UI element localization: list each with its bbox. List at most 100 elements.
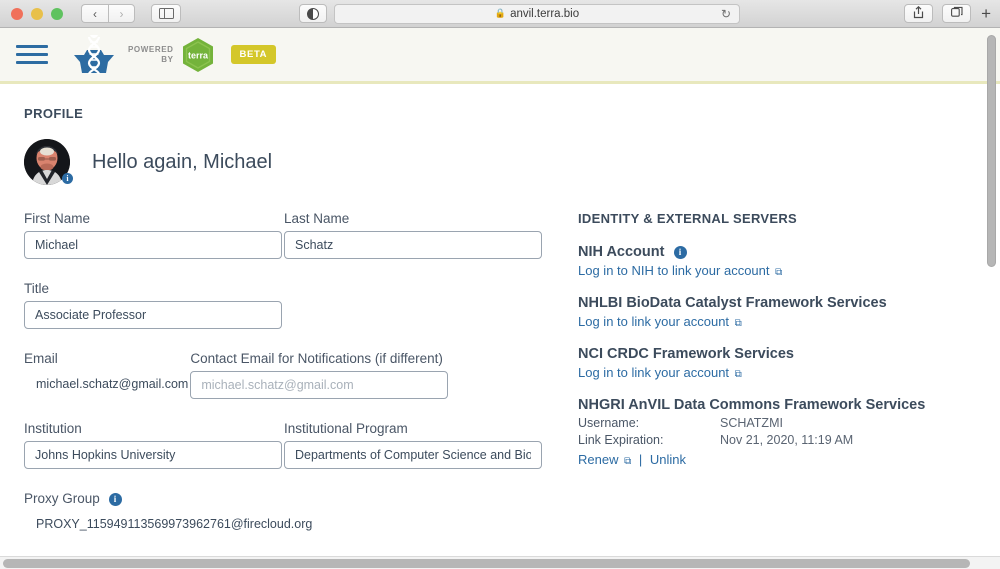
navigation-buttons: ‹ › [81, 4, 135, 23]
lock-icon: 🔒 [494, 8, 507, 18]
username-row: Username: SCHATZMI [578, 416, 998, 430]
username-label: Username: [578, 416, 640, 430]
title-row: Title [24, 281, 564, 329]
service-nhlbi-biodata-catalyst: NHLBI BioData Catalyst Framework Service… [578, 295, 998, 331]
institution-input[interactable] [24, 441, 282, 469]
title-input[interactable] [24, 301, 282, 329]
institutional-program-label: Institutional Program [284, 421, 408, 436]
show-tabs-button[interactable] [942, 4, 972, 23]
terra-wordmark: terra [188, 50, 209, 60]
contact-email-label: Contact Email for Notifications (if diff… [190, 351, 443, 366]
first-name-field-group: First Name [24, 211, 282, 259]
identity-panel-title: IDENTITY & EXTERNAL SERVERS [578, 211, 798, 226]
proxy-group-value: PROXY_115949113569973962761@firecloud.or… [36, 517, 313, 531]
profile-columns: First Name Last Name Title [24, 211, 1000, 553]
unlink-link[interactable]: Unlink [650, 452, 686, 467]
url-text: anvil.terra.bio [510, 7, 580, 20]
email-value: michael.schatz@gmail.com [36, 377, 189, 391]
hamburger-bar [16, 53, 48, 56]
window-traffic-lights [0, 7, 63, 20]
first-name-input[interactable] [24, 231, 282, 259]
profile-form: First Name Last Name Title [24, 211, 564, 553]
chevron-left-icon: ‹ [93, 6, 97, 21]
info-icon[interactable]: i [673, 245, 687, 259]
renew-link-text: Renew [578, 452, 619, 467]
contact-email-input[interactable] [190, 371, 449, 399]
reader-view-button[interactable] [299, 4, 327, 23]
back-button[interactable]: ‹ [81, 4, 108, 23]
contact-email-field-group: Contact Email for Notifications (if diff… [190, 351, 449, 399]
service-login-link-text: Log in to link your account [578, 365, 730, 380]
institutional-program-field-group: Institutional Program [284, 421, 542, 469]
title-label: Title [24, 281, 50, 296]
minimize-window-button[interactable] [31, 7, 43, 20]
hamburger-menu-icon[interactable] [16, 40, 48, 69]
horizontal-scrollbar-thumb[interactable] [3, 559, 970, 568]
chevron-right-icon: › [119, 6, 124, 21]
close-window-button[interactable] [11, 7, 23, 20]
service-name-text: NIH Account [578, 244, 665, 260]
new-tab-button[interactable]: + [981, 4, 991, 24]
renew-link[interactable]: Renew ⧉ [578, 452, 635, 467]
app-header: POWERED BY terra BETA [0, 28, 1000, 84]
address-bar[interactable]: 🔒 anvil.terra.bio ↻ [334, 3, 740, 24]
external-link-icon: ⧉ [734, 318, 742, 329]
last-name-input[interactable] [284, 231, 542, 259]
service-login-link-text: Log in to link your account [578, 314, 730, 329]
page-viewport: POWERED BY terra BETA PROFILE i Hello ag… [0, 28, 1000, 569]
identity-panel: IDENTITY & EXTERNAL SERVERS NIH Account … [578, 211, 998, 553]
profile-content: PROFILE i Hello again, Michael First Nam… [0, 84, 1000, 553]
share-button[interactable] [904, 4, 934, 23]
external-link-icon: ⧉ [624, 456, 632, 467]
title-field-group: Title [24, 281, 282, 329]
beta-badge: BETA [230, 45, 277, 64]
hamburger-bar [16, 45, 48, 48]
service-name: NCI CRDC Framework Services [578, 346, 794, 362]
email-row: Email michael.schatz@gmail.com Contact E… [24, 351, 564, 399]
external-link-icon: ⧉ [775, 267, 783, 278]
last-name-label: Last Name [284, 211, 350, 226]
url-text-group: 🔒 anvil.terra.bio [495, 8, 579, 20]
sidebar-toggle-button[interactable] [151, 4, 181, 23]
proxy-group-label-text: Proxy Group [24, 491, 100, 506]
service-name: NIH Account i [578, 244, 998, 260]
anvil-logo[interactable] [70, 33, 118, 77]
service-login-link[interactable]: Log in to link your account ⧉ [578, 365, 742, 380]
hamburger-bar [16, 61, 48, 64]
sidebar-icon [158, 8, 174, 19]
service-login-link[interactable]: Log in to NIH to link your account ⧉ [578, 263, 782, 278]
share-icon [913, 5, 924, 22]
external-link-icon: ⧉ [734, 369, 742, 380]
proxy-group-row: Proxy Group i PROXY_11594911356997396276… [24, 491, 564, 531]
institutional-program-input[interactable] [284, 441, 542, 469]
proxy-group-label: Proxy Group i [24, 491, 312, 506]
powered-by-line-1: POWERED [128, 44, 174, 54]
institution-label: Institution [24, 421, 82, 436]
contrast-icon [307, 7, 319, 20]
service-name: NHGRI AnVIL Data Commons Framework Servi… [578, 397, 926, 413]
proxy-group-field-group: Proxy Group i PROXY_11594911356997396276… [24, 491, 312, 531]
forward-button[interactable]: › [108, 4, 135, 23]
avatar-wrapper: i [24, 139, 73, 185]
email-field-group: Email michael.schatz@gmail.com [24, 351, 188, 399]
terra-logo-icon[interactable]: terra [181, 37, 215, 73]
avatar-info-badge[interactable]: i [62, 173, 73, 184]
link-expiration-label: Link Expiration: [578, 433, 664, 447]
institution-field-group: Institution [24, 421, 282, 469]
powered-by-line-2: BY [161, 54, 174, 64]
reload-icon[interactable]: ↻ [721, 7, 731, 21]
powered-by-label: POWERED BY [128, 45, 174, 65]
link-expiration-value: Nov 21, 2020, 11:19 AM [720, 433, 854, 447]
info-icon[interactable]: i [108, 492, 122, 506]
chrome-right-controls: + [895, 4, 1000, 24]
link-actions: Renew ⧉ | Unlink [578, 452, 998, 467]
link-expiration-row: Link Expiration: Nov 21, 2020, 11:19 AM [578, 433, 998, 447]
last-name-field-group: Last Name [284, 211, 542, 259]
service-login-link[interactable]: Log in to link your account ⧉ [578, 314, 742, 329]
page-title: PROFILE [24, 106, 84, 121]
vertical-scrollbar[interactable] [987, 35, 996, 267]
first-name-label: First Name [24, 211, 91, 226]
horizontal-scrollbar[interactable] [0, 556, 1000, 569]
name-row: First Name Last Name [24, 211, 564, 259]
maximize-window-button[interactable] [51, 7, 63, 20]
